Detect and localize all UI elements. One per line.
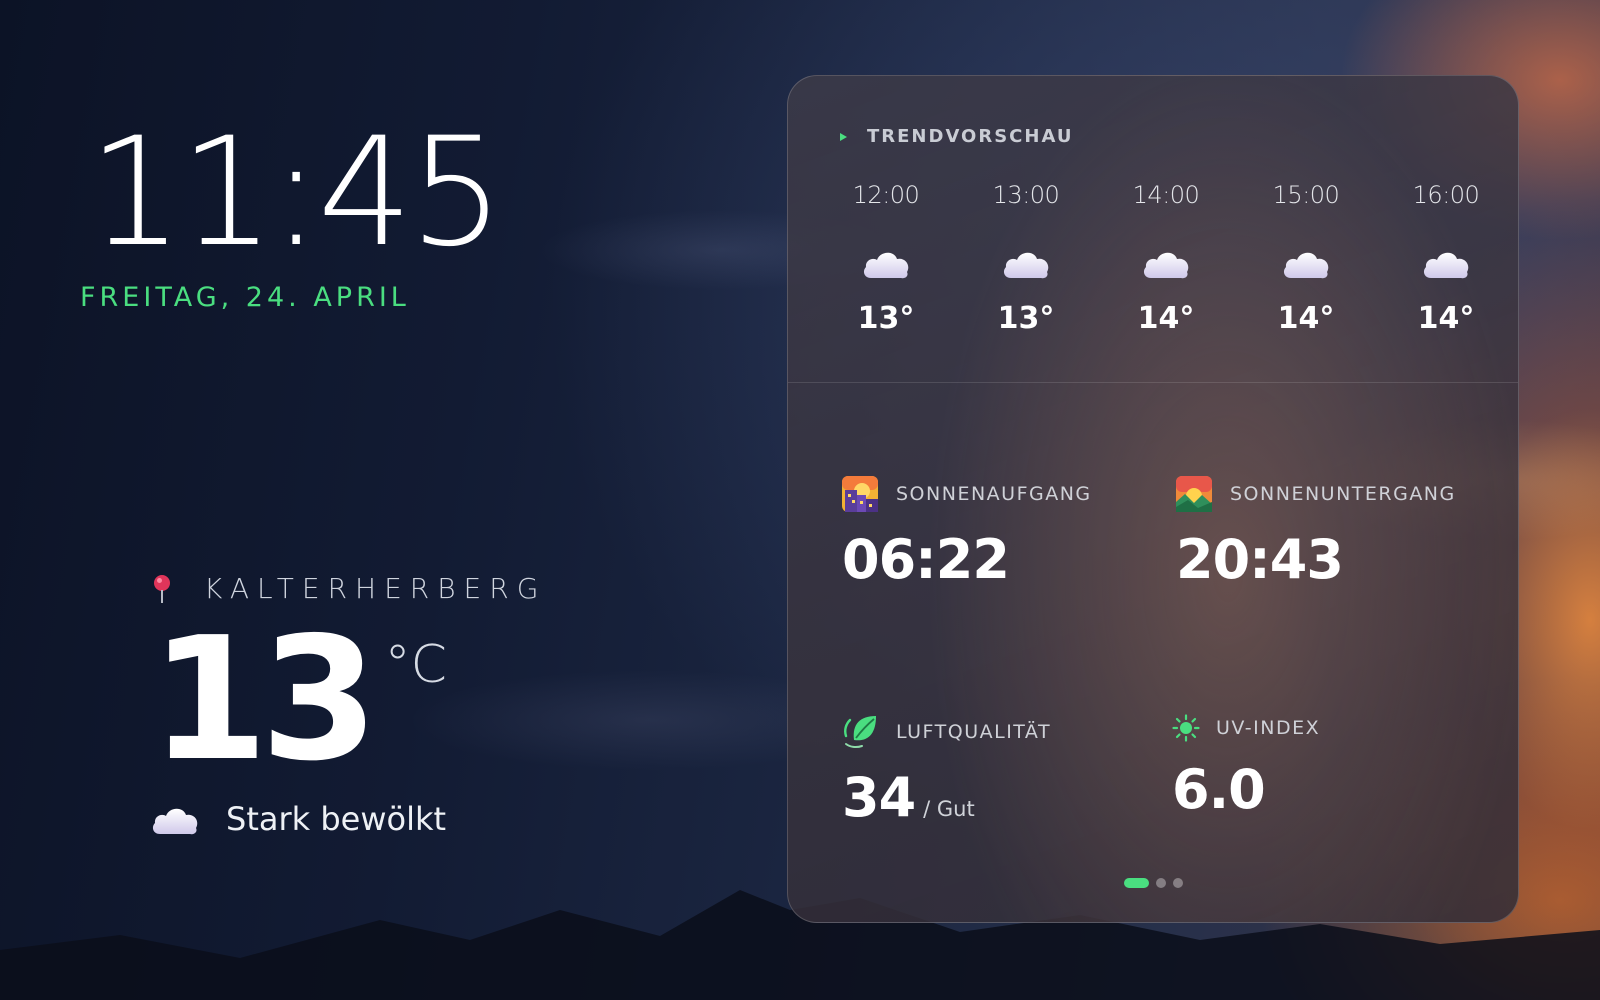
weather-details-card[interactable]: TRENDVORSCHAU 12:00 13° 13:00 13° 14:00 … [787, 75, 1519, 923]
forecast-hour-time: 14:00 [1132, 181, 1200, 209]
air-quality-stat: LUFTQUALITÄT 34 / Gut [842, 714, 1051, 829]
air-quality-rating: / Gut [923, 797, 975, 821]
forecast-hour: 13:00 13° [956, 181, 1096, 336]
forecast-hour-time: 12:00 [852, 181, 920, 209]
temperature-unit: °C [384, 635, 447, 695]
air-quality-label: LUFTQUALITÄT [896, 721, 1052, 743]
forecast-hour: 12:00 13° [816, 181, 956, 336]
hourly-forecast: 12:00 13° 13:00 13° 14:00 14° 15:00 14° … [816, 181, 1516, 336]
uv-index-stat: UV-INDEX 6.0 [1172, 714, 1320, 821]
page-dot[interactable] [1173, 878, 1183, 888]
forecast-hour-temp: 13° [857, 301, 915, 336]
page-indicator[interactable] [1124, 878, 1183, 888]
forecast-title: TRENDVORSCHAU [867, 126, 1074, 147]
clock-date: FREITAG, 24. APRIL [80, 282, 410, 313]
page-dot-active[interactable] [1124, 878, 1149, 888]
forecast-hour-temp: 13° [997, 301, 1055, 336]
uv-index-label: UV-INDEX [1216, 717, 1321, 739]
forecast-hour-temp: 14° [1417, 301, 1475, 336]
cloud-icon [1143, 252, 1189, 279]
temperature-value: 13 [150, 601, 379, 799]
condition-text: Stark bewölkt [226, 800, 447, 838]
forecast-hour: 16:00 14° [1376, 181, 1516, 336]
uv-index-value: 6.0 [1172, 758, 1266, 821]
sunrise-label: SONNENAUFGANG [896, 483, 1092, 505]
sunrise-icon [842, 476, 878, 512]
sunset-value: 20:43 [1176, 528, 1344, 591]
current-temperature: 13 °C [150, 615, 447, 785]
sunset-icon [1176, 476, 1212, 512]
sunset-stat: SONNENUNTERGANG 20:43 [1176, 476, 1456, 591]
forecast-hour-time: 16:00 [1412, 181, 1480, 209]
clock-time: 11:45 [88, 106, 504, 280]
forecast-hour: 14:00 14° [1096, 181, 1236, 336]
forecast-hour-time: 13:00 [992, 181, 1060, 209]
cloud-icon [1003, 252, 1049, 279]
page-dot[interactable] [1156, 878, 1166, 888]
leaf-icon [844, 716, 876, 749]
sun-icon [1172, 714, 1200, 742]
sunrise-value: 06:22 [842, 528, 1010, 591]
forecast-hour: 15:00 14° [1236, 181, 1376, 336]
air-quality-value: 34 / Gut [842, 766, 1051, 829]
air-quality-number: 34 [842, 766, 916, 829]
cloud-icon [1283, 252, 1329, 279]
cloud-icon [1423, 252, 1469, 279]
sunrise-stat: SONNENAUFGANG 06:22 [842, 476, 1092, 591]
play-arrow-icon [840, 132, 847, 141]
card-divider [788, 382, 1518, 383]
forecast-header: TRENDVORSCHAU [840, 126, 1073, 147]
cloud-icon [863, 252, 909, 279]
cloud-icon [152, 808, 198, 835]
current-condition: Stark bewölkt [150, 800, 446, 838]
map-pin-icon [154, 574, 170, 603]
sunset-label: SONNENUNTERGANG [1230, 483, 1456, 505]
forecast-hour-time: 15:00 [1272, 181, 1340, 209]
forecast-hour-temp: 14° [1137, 301, 1195, 336]
forecast-hour-temp: 14° [1277, 301, 1335, 336]
